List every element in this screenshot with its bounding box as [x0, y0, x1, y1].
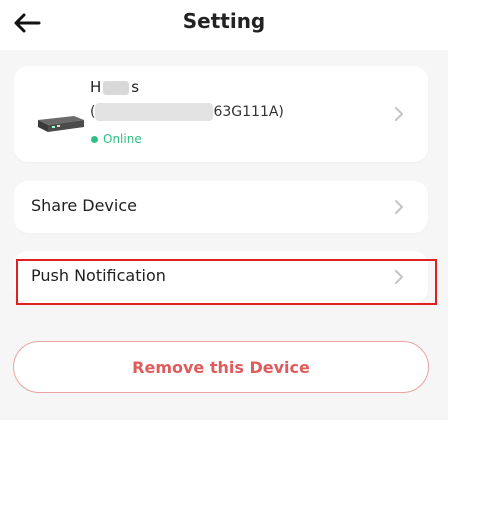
redacted-name [103, 80, 130, 95]
status-badge: Online [91, 132, 142, 146]
device-name-prefix: H [90, 78, 102, 96]
page-title: Setting [182, 9, 266, 33]
chevron-right-icon [395, 107, 403, 121]
remove-device-button[interactable]: Remove this Device [13, 341, 429, 393]
device-id: (63G111A) [90, 103, 284, 121]
device-name: Hs [90, 78, 139, 96]
redacted-id [95, 103, 214, 121]
device-id-suffix: 63G111A) [213, 104, 284, 120]
chevron-right-icon [395, 200, 403, 214]
header: Setting [0, 0, 448, 50]
push-notification-row[interactable]: Push Notification [14, 251, 428, 303]
share-device-row[interactable]: Share Device [14, 181, 428, 233]
device-image [38, 116, 84, 132]
device-info-card[interactable]: Hs (63G111A) Online [14, 66, 428, 162]
status-dot-icon [91, 135, 98, 143]
status-text: Online [103, 132, 142, 146]
share-device-label: Share Device [31, 196, 137, 215]
push-notification-label: Push Notification [31, 266, 166, 285]
device-name-suffix: s [131, 78, 140, 96]
chevron-right-icon [395, 270, 403, 284]
